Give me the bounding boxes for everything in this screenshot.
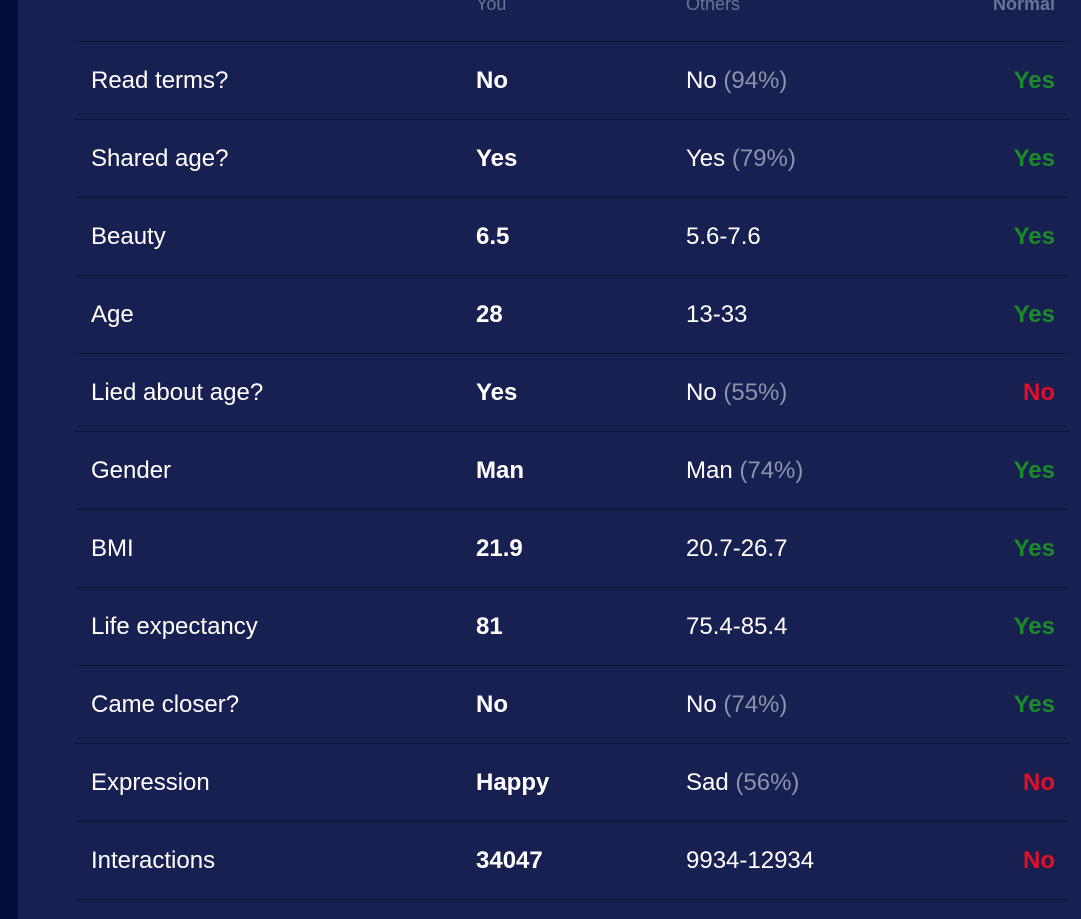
table-row: Came closer? No No (74%) Yes (74, 666, 1070, 744)
row-others-value: 20.7-26.7 (686, 510, 787, 587)
others-percentage: (74%) (739, 457, 804, 484)
row-you-value: 81 (476, 613, 503, 640)
table-row: Read terms? No No (94%) Yes (74, 42, 1070, 120)
row-label: Expression (91, 769, 210, 796)
comparison-table: You Others Normal Read terms? No No (94%) Y… (74, 0, 1070, 900)
left-sidebar-edge (0, 0, 18, 919)
row-you-value: Yes (476, 379, 518, 406)
row-label: BMI (91, 535, 134, 562)
row-normal-status: Yes (1013, 613, 1055, 640)
table-row: Interactions 34047 9934-12934 No (74, 822, 1070, 900)
results-panel: You Others Normal Read terms? No No (94%) Y… (18, 0, 1081, 919)
row-you-value: Man (476, 457, 524, 484)
row-label: Came closer? (91, 691, 240, 718)
row-label: Interactions (91, 847, 216, 874)
others-main: 13-33 (686, 301, 748, 328)
row-you-value: 34047 (476, 847, 543, 874)
row-others-value: No (74%) (686, 666, 787, 743)
others-main: No (686, 67, 717, 94)
row-others-value: Sad (56%) (686, 744, 799, 821)
row-you-value: No (476, 67, 508, 94)
others-main: No (686, 379, 717, 406)
row-normal-status: Yes (1013, 301, 1055, 328)
row-you-value: 6.5 (476, 223, 510, 250)
others-main: 5.6-7.6 (686, 223, 761, 250)
others-percentage: (56%) (735, 769, 800, 796)
row-normal-status: Yes (1013, 691, 1055, 718)
row-label: Gender (91, 457, 172, 484)
row-others-value: No (55%) (686, 354, 787, 431)
row-normal-status: Yes (1013, 223, 1055, 250)
row-normal-status: No (1023, 847, 1055, 874)
others-percentage: (55%) (723, 379, 788, 406)
table-row: Gender Man Man (74%) Yes (74, 432, 1070, 510)
table-header: You Others Normal (74, 0, 1070, 42)
row-you-value: 21.9 (476, 535, 523, 562)
others-main: Man (686, 457, 733, 484)
row-normal-status: Yes (1013, 67, 1055, 94)
row-normal-status: No (1023, 379, 1055, 406)
row-label: Beauty (91, 223, 166, 250)
others-main: 75.4-85.4 (686, 613, 788, 640)
others-main: 20.7-26.7 (686, 535, 788, 562)
row-label: Life expectancy (91, 613, 258, 640)
row-you-value: Happy (476, 769, 550, 796)
row-others-value: Man (74%) (686, 432, 803, 509)
others-main: No (686, 691, 717, 718)
others-main: Yes (686, 145, 726, 172)
others-main: Sad (686, 769, 729, 796)
table-row: Life expectancy 81 75.4-85.4 Yes (74, 588, 1070, 666)
table-row: Beauty 6.5 5.6-7.6 Yes (74, 198, 1070, 276)
row-others-value: Yes (79%) (686, 120, 796, 197)
table-row: Expression Happy Sad (56%) No (74, 744, 1070, 822)
row-you-value: No (476, 691, 508, 718)
row-you-value: 28 (476, 301, 503, 328)
row-label: Read terms? (91, 67, 229, 94)
row-normal-status: Yes (1013, 535, 1055, 562)
table-body: Read terms? No No (94%) Yes Shared age? Yes Ye… (74, 42, 1070, 900)
table-row: Shared age? Yes Yes (79%) Yes (74, 120, 1070, 198)
row-label: Age (91, 301, 134, 328)
row-others-value: 9934-12934 (686, 822, 814, 899)
row-you-value: Yes (476, 145, 518, 172)
row-normal-status: Yes (1013, 145, 1055, 172)
row-others-value: 75.4-85.4 (686, 588, 787, 665)
table-row: BMI 21.9 20.7-26.7 Yes (74, 510, 1070, 588)
row-others-value: 13-33 (686, 276, 747, 353)
row-others-value: No (94%) (686, 42, 787, 119)
header-normal: Normal (992, 0, 1055, 14)
others-main: 9934-12934 (686, 847, 815, 874)
row-normal-status: Yes (1013, 457, 1055, 484)
header-you: You (476, 0, 507, 14)
row-normal-status: No (1023, 769, 1055, 796)
header-others: Others (686, 0, 741, 14)
others-percentage: (79%) (731, 145, 796, 172)
row-others-value: 5.6-7.6 (686, 198, 761, 275)
table-row: Age 28 13-33 Yes (74, 276, 1070, 354)
row-label: Lied about age? (91, 379, 264, 406)
row-label: Shared age? (91, 145, 229, 172)
others-percentage: (94%) (723, 67, 788, 94)
table-row: Lied about age? Yes No (55%) No (74, 354, 1070, 432)
others-percentage: (74%) (723, 691, 788, 718)
